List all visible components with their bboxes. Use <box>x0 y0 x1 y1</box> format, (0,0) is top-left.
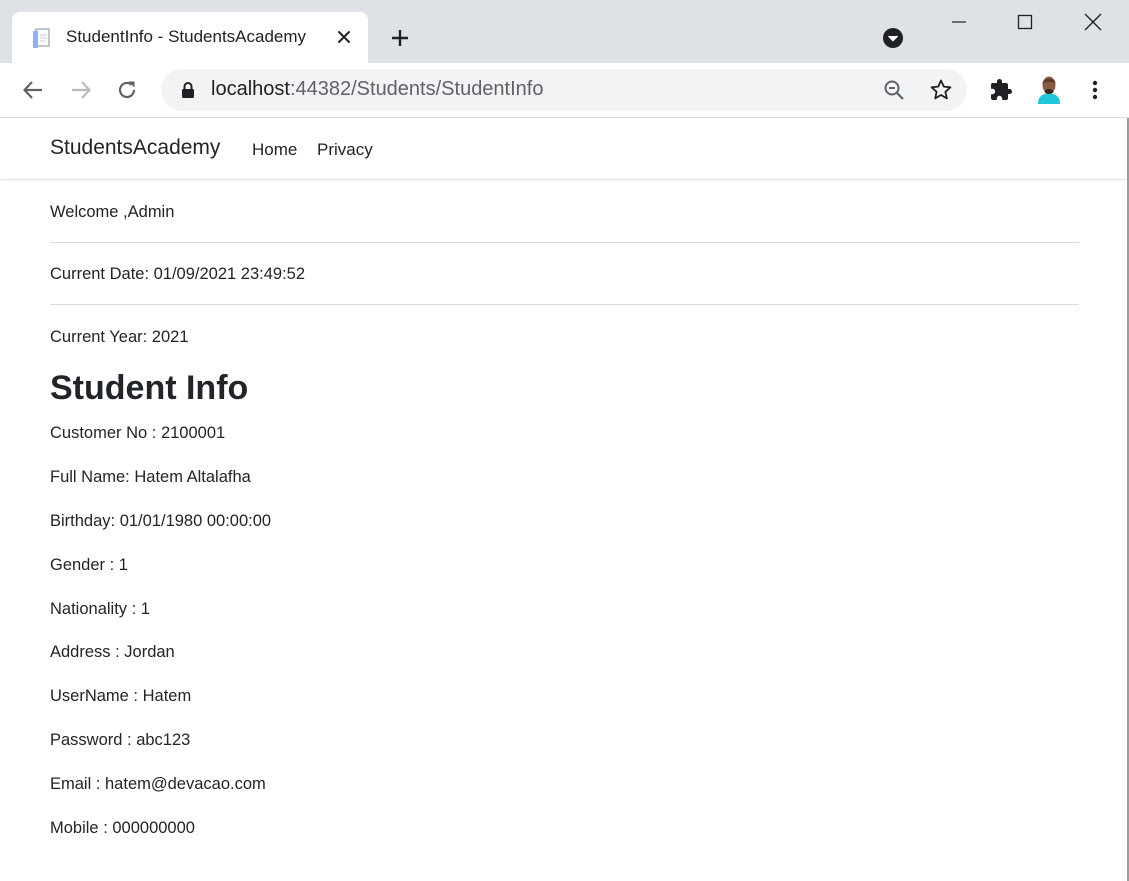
page-title: Student Info <box>50 369 249 407</box>
lock-icon[interactable] <box>181 81 195 99</box>
url-path: :44382/Students/StudentInfo <box>289 78 544 100</box>
field-password: Password : abc123 <box>50 731 191 749</box>
current-year-text: Current Year: 2021 <box>50 328 189 346</box>
url-text[interactable]: localhost:44382/Students/StudentInfo <box>211 78 543 101</box>
extensions-icon[interactable] <box>988 77 1014 103</box>
back-icon[interactable] <box>18 75 48 105</box>
browser-titlebar: StudentInfo - StudentsAcademy <box>0 0 1129 63</box>
browser-tab[interactable]: StudentInfo - StudentsAcademy <box>12 12 368 63</box>
forward-icon[interactable] <box>66 75 96 105</box>
nav-home-link[interactable]: Home <box>252 140 297 160</box>
field-username: UserName : Hatem <box>50 687 192 705</box>
tab-title: StudentInfo - StudentsAcademy <box>66 27 307 46</box>
zoom-icon[interactable] <box>882 78 906 102</box>
page-favicon-icon <box>33 28 51 48</box>
site-navbar: StudentsAcademy Home Privacy <box>0 118 1127 180</box>
field-address: Address : Jordan <box>50 643 175 661</box>
reload-icon[interactable] <box>112 75 142 105</box>
divider <box>50 242 1079 243</box>
field-birthday: Birthday: 01/01/1980 00:00:00 <box>50 512 272 530</box>
close-icon[interactable] <box>333 26 355 48</box>
tab-search-icon[interactable] <box>881 26 905 50</box>
divider <box>50 304 1079 305</box>
field-gender: Gender : 1 <box>50 556 128 574</box>
nav-privacy-link[interactable]: Privacy <box>317 140 373 160</box>
maximize-icon[interactable] <box>1002 4 1048 40</box>
field-full-name: Full Name: Hatem Altalafha <box>50 468 251 486</box>
current-date-text: Current Date: 01/09/2021 23:49:52 <box>50 265 306 283</box>
field-customer-no: Customer No : 2100001 <box>50 424 226 442</box>
plus-icon[interactable] <box>387 25 413 51</box>
star-icon[interactable] <box>929 78 953 102</box>
web-page: StudentsAcademy Home Privacy Welcome ,Ad… <box>0 118 1129 881</box>
field-email: Email : hatem@devacao.com <box>50 775 266 793</box>
welcome-text: Welcome ,Admin <box>50 203 175 221</box>
close-window-icon[interactable] <box>1070 4 1116 40</box>
site-brand-link[interactable]: StudentsAcademy <box>50 136 220 160</box>
field-nationality: Nationality : 1 <box>50 600 150 618</box>
profile-avatar[interactable] <box>1036 74 1062 104</box>
browser-toolbar: localhost:44382/Students/StudentInfo <box>0 63 1129 118</box>
field-mobile: Mobile : 000000000 <box>50 819 195 837</box>
address-bar[interactable]: localhost:44382/Students/StudentInfo <box>161 69 967 111</box>
minimize-icon[interactable] <box>936 4 982 40</box>
menu-dots-icon[interactable] <box>1082 77 1108 103</box>
url-host: localhost <box>211 78 290 100</box>
